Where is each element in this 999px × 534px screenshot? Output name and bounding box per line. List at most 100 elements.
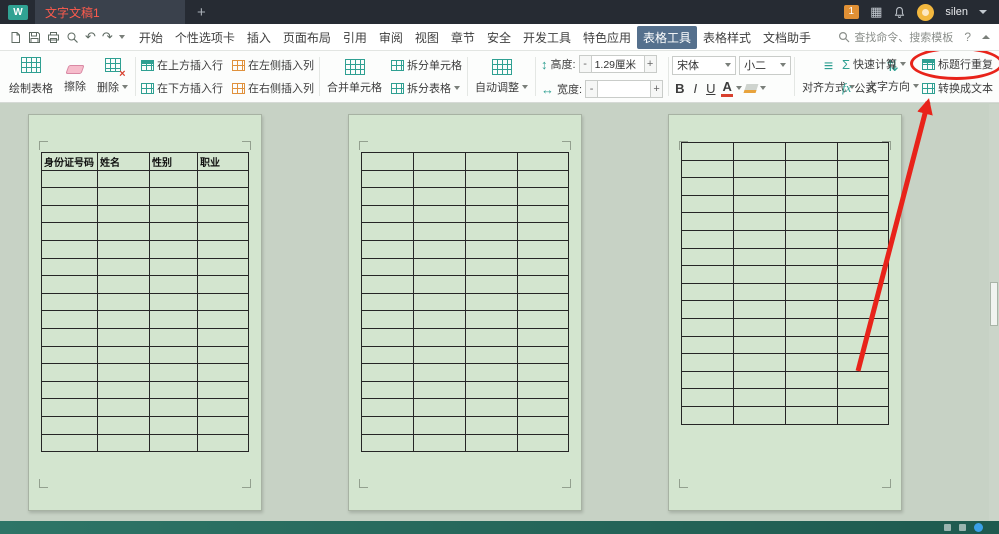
table-cell[interactable] <box>838 354 889 372</box>
table-cell[interactable] <box>518 170 569 188</box>
table-cell[interactable] <box>786 195 838 213</box>
table-cell[interactable] <box>734 248 786 266</box>
table-cell[interactable] <box>42 258 98 276</box>
table-cell[interactable] <box>150 364 198 382</box>
convert-to-text-button[interactable]: 转换成文本 <box>920 79 995 97</box>
table-cell[interactable] <box>518 328 569 346</box>
table-cell[interactable] <box>466 416 518 434</box>
table-cell[interactable] <box>682 195 734 213</box>
table-cell[interactable] <box>466 153 518 171</box>
table-cell[interactable] <box>466 311 518 329</box>
table-cell[interactable] <box>682 336 734 354</box>
table-cell[interactable] <box>42 328 98 346</box>
table-cell[interactable] <box>198 399 249 417</box>
table-cell[interactable] <box>414 399 466 417</box>
font-family-select[interactable]: 宋体 <box>672 56 736 75</box>
table-cell[interactable] <box>98 399 150 417</box>
table-cell[interactable] <box>518 381 569 399</box>
document-canvas[interactable]: 身份证号码姓名性别职业 <box>0 104 999 521</box>
table-cell[interactable] <box>518 364 569 382</box>
table-cell[interactable] <box>786 230 838 248</box>
eraser-button[interactable]: 擦除 <box>60 59 90 95</box>
wps-logo-icon[interactable]: W <box>8 5 28 20</box>
table-cell[interactable] <box>98 381 150 399</box>
table-cell[interactable] <box>682 389 734 407</box>
redo-icon[interactable]: ↷ <box>102 29 113 45</box>
undo-icon[interactable]: ↶ <box>85 29 96 45</box>
table-cell[interactable] <box>98 240 150 258</box>
view-mode-icon[interactable] <box>959 524 966 531</box>
table-cell[interactable] <box>466 223 518 241</box>
table-cell[interactable] <box>42 293 98 311</box>
width-increase-button[interactable]: + <box>650 80 663 98</box>
split-table-button[interactable]: 拆分表格 <box>389 79 464 97</box>
table-header-cell[interactable]: 职业 <box>198 153 249 171</box>
table-cell[interactable] <box>682 178 734 196</box>
table-cell[interactable] <box>466 258 518 276</box>
table-cell[interactable] <box>198 205 249 223</box>
table-cell[interactable] <box>518 416 569 434</box>
table-cell[interactable] <box>150 311 198 329</box>
table-cell[interactable] <box>414 346 466 364</box>
table-cell[interactable] <box>838 283 889 301</box>
table-cell[interactable] <box>198 188 249 206</box>
table-cell[interactable] <box>466 188 518 206</box>
menu-tab-10[interactable]: 特色应用 <box>577 25 637 50</box>
table-cell[interactable] <box>838 230 889 248</box>
table-cell[interactable] <box>362 399 414 417</box>
table-cell[interactable] <box>682 143 734 161</box>
print-icon[interactable] <box>47 31 60 44</box>
merge-cells-button[interactable]: 合并单元格 <box>323 58 386 96</box>
table-cell[interactable] <box>682 248 734 266</box>
table-header-cell[interactable]: 性别 <box>150 153 198 171</box>
table-cell[interactable] <box>734 318 786 336</box>
height-input[interactable]: 1.29厘米 <box>592 55 644 73</box>
menu-tab-9[interactable]: 开发工具 <box>517 25 577 50</box>
table-cell[interactable] <box>198 276 249 294</box>
table-cell[interactable] <box>518 153 569 171</box>
table-cell[interactable] <box>414 223 466 241</box>
table-cell[interactable] <box>362 346 414 364</box>
table-cell[interactable] <box>362 416 414 434</box>
table-cell[interactable] <box>362 205 414 223</box>
table-cell[interactable] <box>682 371 734 389</box>
table-cell[interactable] <box>734 143 786 161</box>
table-cell[interactable] <box>42 416 98 434</box>
menu-tab-4[interactable]: 引用 <box>337 25 373 50</box>
table-cell[interactable] <box>42 364 98 382</box>
table-cell[interactable] <box>466 381 518 399</box>
collapse-ribbon-icon[interactable] <box>982 35 990 39</box>
table-cell[interactable] <box>682 160 734 178</box>
save-icon[interactable] <box>28 31 41 44</box>
table-cell[interactable] <box>362 153 414 171</box>
table-cell[interactable] <box>414 381 466 399</box>
menu-tab-7[interactable]: 章节 <box>445 25 481 50</box>
draw-table-button[interactable]: 绘制表格 <box>5 56 57 97</box>
menu-tab-5[interactable]: 审阅 <box>373 25 409 50</box>
table-cell[interactable] <box>786 354 838 372</box>
table-cell[interactable] <box>362 381 414 399</box>
table-cell[interactable] <box>466 293 518 311</box>
font-color-dropdown-icon[interactable] <box>736 86 742 90</box>
qat-dropdown-icon[interactable] <box>119 35 125 39</box>
table-cell[interactable] <box>414 276 466 294</box>
table-cell[interactable] <box>414 416 466 434</box>
table-cell[interactable] <box>414 328 466 346</box>
height-increase-button[interactable]: + <box>644 55 657 73</box>
table-cell[interactable] <box>838 160 889 178</box>
assistant-icon[interactable] <box>974 523 983 532</box>
table-cell[interactable] <box>838 301 889 319</box>
table-cell[interactable] <box>518 399 569 417</box>
table-cell[interactable] <box>362 170 414 188</box>
table-cell[interactable] <box>198 240 249 258</box>
table-cell[interactable] <box>786 371 838 389</box>
print-preview-icon[interactable] <box>66 31 79 44</box>
search-box[interactable]: 查找命令、搜索模板 <box>838 29 953 45</box>
width-decrease-button[interactable]: - <box>585 80 598 98</box>
bold-button[interactable]: B <box>672 81 687 96</box>
table-cell[interactable] <box>682 266 734 284</box>
autofit-button[interactable]: 自动调整 <box>471 58 532 96</box>
document-page-1[interactable]: 身份证号码姓名性别职业 <box>28 114 262 511</box>
table-cell[interactable] <box>838 406 889 424</box>
table-cell[interactable] <box>466 276 518 294</box>
